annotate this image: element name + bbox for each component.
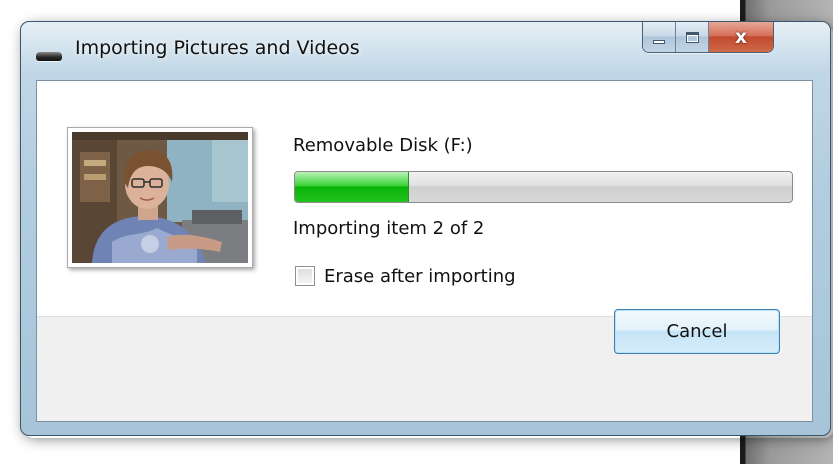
minimize-icon [653, 40, 665, 44]
import-progress-bar [294, 171, 793, 203]
dialog-client-area: Removable Disk (F:) Importing item 2 of … [36, 80, 813, 422]
title-bar[interactable]: Importing Pictures and Videos x [21, 22, 830, 80]
window-title: Importing Pictures and Videos [75, 37, 360, 59]
import-dialog: Importing Pictures and Videos x Removabl… [20, 21, 831, 436]
import-status: Importing item 2 of 2 [293, 218, 485, 239]
close-icon: x [734, 25, 748, 48]
photo-thumbnail-image [72, 132, 248, 263]
erase-option[interactable]: Erase after importing [295, 265, 516, 287]
cancel-button[interactable]: Cancel [614, 309, 780, 354]
erase-checkbox[interactable] [295, 266, 315, 286]
erase-checkbox-label[interactable]: Erase after importing [324, 266, 516, 287]
caption-buttons: x [642, 22, 774, 53]
device-name: Removable Disk (F:) [293, 135, 473, 156]
content-area: Removable Disk (F:) Importing item 2 of … [37, 81, 812, 316]
maximize-button[interactable] [676, 22, 709, 52]
minimize-button[interactable] [643, 22, 676, 52]
removable-drive-icon [36, 52, 62, 61]
maximize-icon [685, 31, 699, 43]
import-progress-fill [295, 172, 410, 202]
close-button[interactable]: x [709, 22, 773, 52]
photo-thumbnail [67, 127, 253, 268]
